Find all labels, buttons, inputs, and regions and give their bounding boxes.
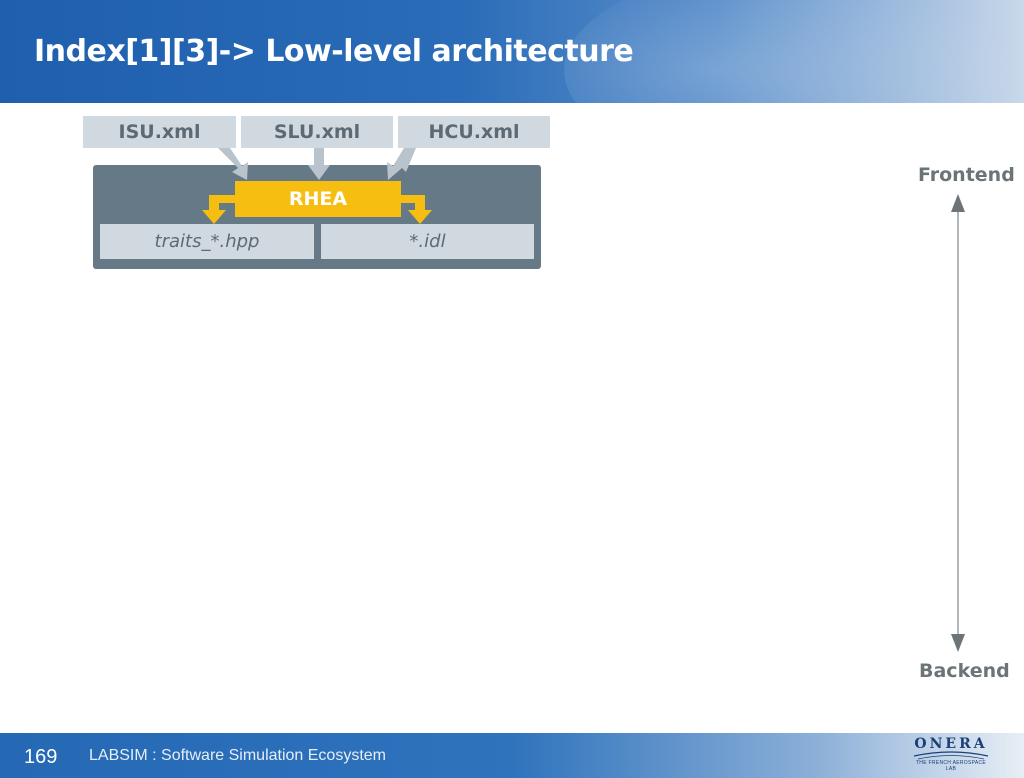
- backend-label: Backend: [919, 660, 1010, 682]
- rhea-processor: RHEA: [235, 181, 401, 217]
- arrow-rhea-to-idl: [401, 195, 432, 224]
- input-arrows: [218, 148, 416, 180]
- onera-logo: ONERA THE FRENCH AEROSPACE LAB: [912, 736, 990, 772]
- frontend-label: Frontend: [918, 164, 1015, 186]
- page-number: 169: [24, 746, 58, 768]
- arrow-rhea-to-traits: [202, 195, 235, 224]
- logo-wordmark: ONERA: [914, 736, 988, 752]
- diagram-arrows: [202, 148, 965, 652]
- axis-arrow-down: [951, 634, 965, 652]
- frontend-backend-axis: [951, 194, 965, 652]
- footer-caption: LABSIM : Software Simulation Ecosystem: [89, 747, 386, 764]
- arrow-slu-to-rhea: [308, 148, 330, 180]
- axis-arrow-up: [951, 194, 965, 212]
- arrow-isu-to-rhea: [218, 148, 248, 180]
- logo-tagline: THE FRENCH AEROSPACE LAB: [915, 760, 987, 772]
- arrow-hcu-to-rhea: [387, 148, 416, 180]
